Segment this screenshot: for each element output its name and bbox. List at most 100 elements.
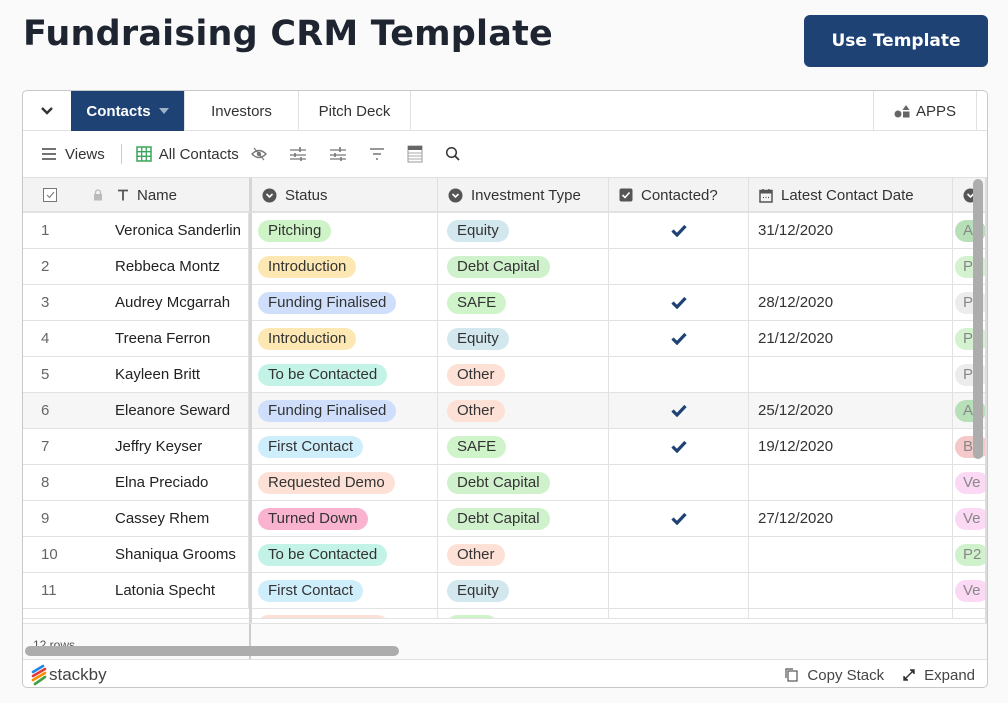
status-cell[interactable]: Introduction bbox=[252, 249, 438, 284]
contacted-cell[interactable] bbox=[609, 429, 749, 464]
name-cell[interactable]: Audrey Mcgarrah bbox=[115, 285, 249, 320]
table-row[interactable]: 9 Cassey Rhem Turned Down Debt Capital 27/12… bbox=[23, 501, 987, 537]
contacted-cell[interactable] bbox=[609, 285, 749, 320]
contacted-cell[interactable] bbox=[609, 501, 749, 536]
status-cell[interactable]: Funding Finalised bbox=[252, 393, 438, 428]
view-selector[interactable]: All Contacts bbox=[136, 146, 239, 163]
status-cell[interactable]: Turned Down bbox=[252, 501, 438, 536]
tab-contacts[interactable]: Contacts bbox=[71, 91, 185, 131]
column-header-latest-contact-date[interactable]: Latest Contact Date bbox=[749, 178, 953, 212]
table-row[interactable]: 10 Shaniqua Grooms To be Contacted Other P2 bbox=[23, 537, 987, 573]
column-header-status[interactable]: Status bbox=[252, 178, 438, 212]
status-cell[interactable]: Funding Finalised bbox=[252, 285, 438, 320]
name-cell[interactable]: Kayleen Britt bbox=[115, 357, 249, 392]
investment-type-cell[interactable]: Equity bbox=[438, 321, 609, 356]
views-button[interactable]: Views bbox=[41, 146, 105, 163]
status-cell[interactable]: First Contact bbox=[252, 573, 438, 608]
next-column-cell[interactable]: P2 bbox=[953, 537, 987, 572]
next-column-cell[interactable]: Ve bbox=[953, 573, 987, 608]
table-row[interactable]: 1 Veronica Sanderlin Pitching Equity 31/12/2… bbox=[23, 213, 987, 249]
latest-contact-date-cell[interactable] bbox=[749, 465, 953, 500]
contacted-cell[interactable] bbox=[609, 213, 749, 248]
contacted-cell[interactable] bbox=[609, 393, 749, 428]
investment-type-cell[interactable]: Debt Capital bbox=[438, 501, 609, 536]
status-cell[interactable]: To be Contacted bbox=[252, 537, 438, 572]
hide-fields-button[interactable] bbox=[250, 147, 267, 161]
latest-contact-date-cell[interactable]: 28/12/2020 bbox=[749, 285, 953, 320]
latest-contact-date-cell[interactable] bbox=[749, 573, 953, 608]
horizontal-scrollbar[interactable] bbox=[25, 646, 399, 656]
copy-stack-button[interactable]: Copy Stack bbox=[783, 667, 884, 684]
filter-button[interactable] bbox=[369, 148, 385, 160]
table-row[interactable]: 7 Jeffry Keyser First Contact SAFE 19/12/202… bbox=[23, 429, 987, 465]
investment-type-cell[interactable]: Equity bbox=[438, 573, 609, 608]
sort-button[interactable] bbox=[329, 146, 347, 162]
name-cell[interactable]: Jeffry Keyser bbox=[115, 429, 249, 464]
column-header-investment-type[interactable]: Investment Type bbox=[438, 178, 609, 212]
contacted-cell[interactable] bbox=[609, 573, 749, 608]
search-button[interactable] bbox=[445, 146, 461, 162]
use-template-button[interactable]: Use Template bbox=[804, 15, 988, 67]
name-cell[interactable]: Treena Ferron bbox=[115, 321, 249, 356]
latest-contact-date-cell[interactable] bbox=[749, 249, 953, 284]
table-row[interactable]: 5 Kayleen Britt To be Contacted Other Pe bbox=[23, 357, 987, 393]
status-cell[interactable]: Pitching bbox=[252, 213, 438, 248]
next-column-cell[interactable]: Ve bbox=[953, 465, 987, 500]
contacted-cell[interactable] bbox=[609, 249, 749, 284]
name-cell[interactable]: Latonia Specht bbox=[115, 573, 249, 608]
checkmark-icon bbox=[670, 296, 687, 309]
table-row[interactable]: 4 Treena Ferron Introduction Equity 21/12/20… bbox=[23, 321, 987, 357]
table-row[interactable]: 2 Rebbeca Montz Introduction Debt Capital P2 bbox=[23, 249, 987, 285]
column-header-contacted[interactable]: Contacted? bbox=[609, 178, 749, 212]
contacted-cell[interactable] bbox=[609, 537, 749, 572]
contacted-cell[interactable] bbox=[609, 321, 749, 356]
table-row-partial[interactable] bbox=[23, 609, 987, 619]
tab-label: Pitch Deck bbox=[318, 102, 391, 120]
status-cell[interactable]: To be Contacted bbox=[252, 357, 438, 392]
view-toolbar: Views All Contacts bbox=[23, 132, 987, 176]
select-all-checkbox[interactable] bbox=[43, 188, 57, 202]
name-cell[interactable]: Rebbeca Montz bbox=[115, 249, 249, 284]
stackby-logo[interactable]: stackby bbox=[31, 664, 107, 686]
latest-contact-date-cell[interactable]: 27/12/2020 bbox=[749, 501, 953, 536]
group-button[interactable] bbox=[289, 146, 307, 162]
tab-pitch-deck[interactable]: Pitch Deck bbox=[299, 91, 411, 131]
name-cell[interactable]: Cassey Rhem bbox=[115, 501, 249, 536]
tab-investors[interactable]: Investors bbox=[185, 91, 299, 131]
name-cell[interactable]: Shaniqua Grooms bbox=[115, 537, 249, 572]
investment-type-cell[interactable]: SAFE bbox=[438, 285, 609, 320]
investment-type-cell[interactable]: Equity bbox=[438, 213, 609, 248]
latest-contact-date-cell[interactable]: 31/12/2020 bbox=[749, 213, 953, 248]
latest-contact-date-cell[interactable]: 25/12/2020 bbox=[749, 393, 953, 428]
name-cell[interactable]: Elna Preciado bbox=[115, 465, 249, 500]
contacted-cell[interactable] bbox=[609, 357, 749, 392]
column-header-name[interactable]: Name bbox=[115, 178, 249, 212]
latest-contact-date-cell[interactable] bbox=[749, 537, 953, 572]
table-row[interactable]: 6 Eleanore Seward Funding Finalised Other 25… bbox=[23, 393, 987, 429]
investment-type-cell[interactable]: Debt Capital bbox=[438, 465, 609, 500]
collapse-toggle[interactable] bbox=[23, 91, 71, 131]
status-cell[interactable]: Introduction bbox=[252, 321, 438, 356]
name-cell[interactable]: Eleanore Seward bbox=[115, 393, 249, 428]
vertical-scrollbar[interactable] bbox=[973, 179, 983, 459]
status-cell[interactable]: First Contact bbox=[252, 429, 438, 464]
table-row[interactable]: 11 Latonia Specht First Contact Equity Ve bbox=[23, 573, 987, 609]
name-cell[interactable]: Veronica Sanderlin bbox=[115, 213, 249, 248]
investment-type-cell[interactable]: Other bbox=[438, 537, 609, 572]
investment-type-cell[interactable]: Other bbox=[438, 357, 609, 392]
table-row[interactable]: 8 Elna Preciado Requested Demo Debt Capital… bbox=[23, 465, 987, 501]
contacted-cell[interactable] bbox=[609, 465, 749, 500]
expand-button[interactable]: Expand bbox=[902, 667, 975, 684]
status-cell[interactable]: Requested Demo bbox=[252, 465, 438, 500]
table-row[interactable]: 3 Audrey Mcgarrah Funding Finalised SAFE 28/… bbox=[23, 285, 987, 321]
investment-type-cell[interactable]: Debt Capital bbox=[438, 249, 609, 284]
latest-contact-date-cell[interactable] bbox=[749, 357, 953, 392]
next-column-cell[interactable]: Ve bbox=[953, 501, 987, 536]
latest-contact-date-cell[interactable]: 21/12/2020 bbox=[749, 321, 953, 356]
latest-contact-date-cell[interactable]: 19/12/2020 bbox=[749, 429, 953, 464]
sliders-icon bbox=[289, 147, 306, 161]
apps-button[interactable]: APPS bbox=[873, 91, 977, 131]
investment-type-cell[interactable]: SAFE bbox=[438, 429, 609, 464]
investment-type-cell[interactable]: Other bbox=[438, 393, 609, 428]
row-height-button[interactable] bbox=[407, 145, 423, 163]
